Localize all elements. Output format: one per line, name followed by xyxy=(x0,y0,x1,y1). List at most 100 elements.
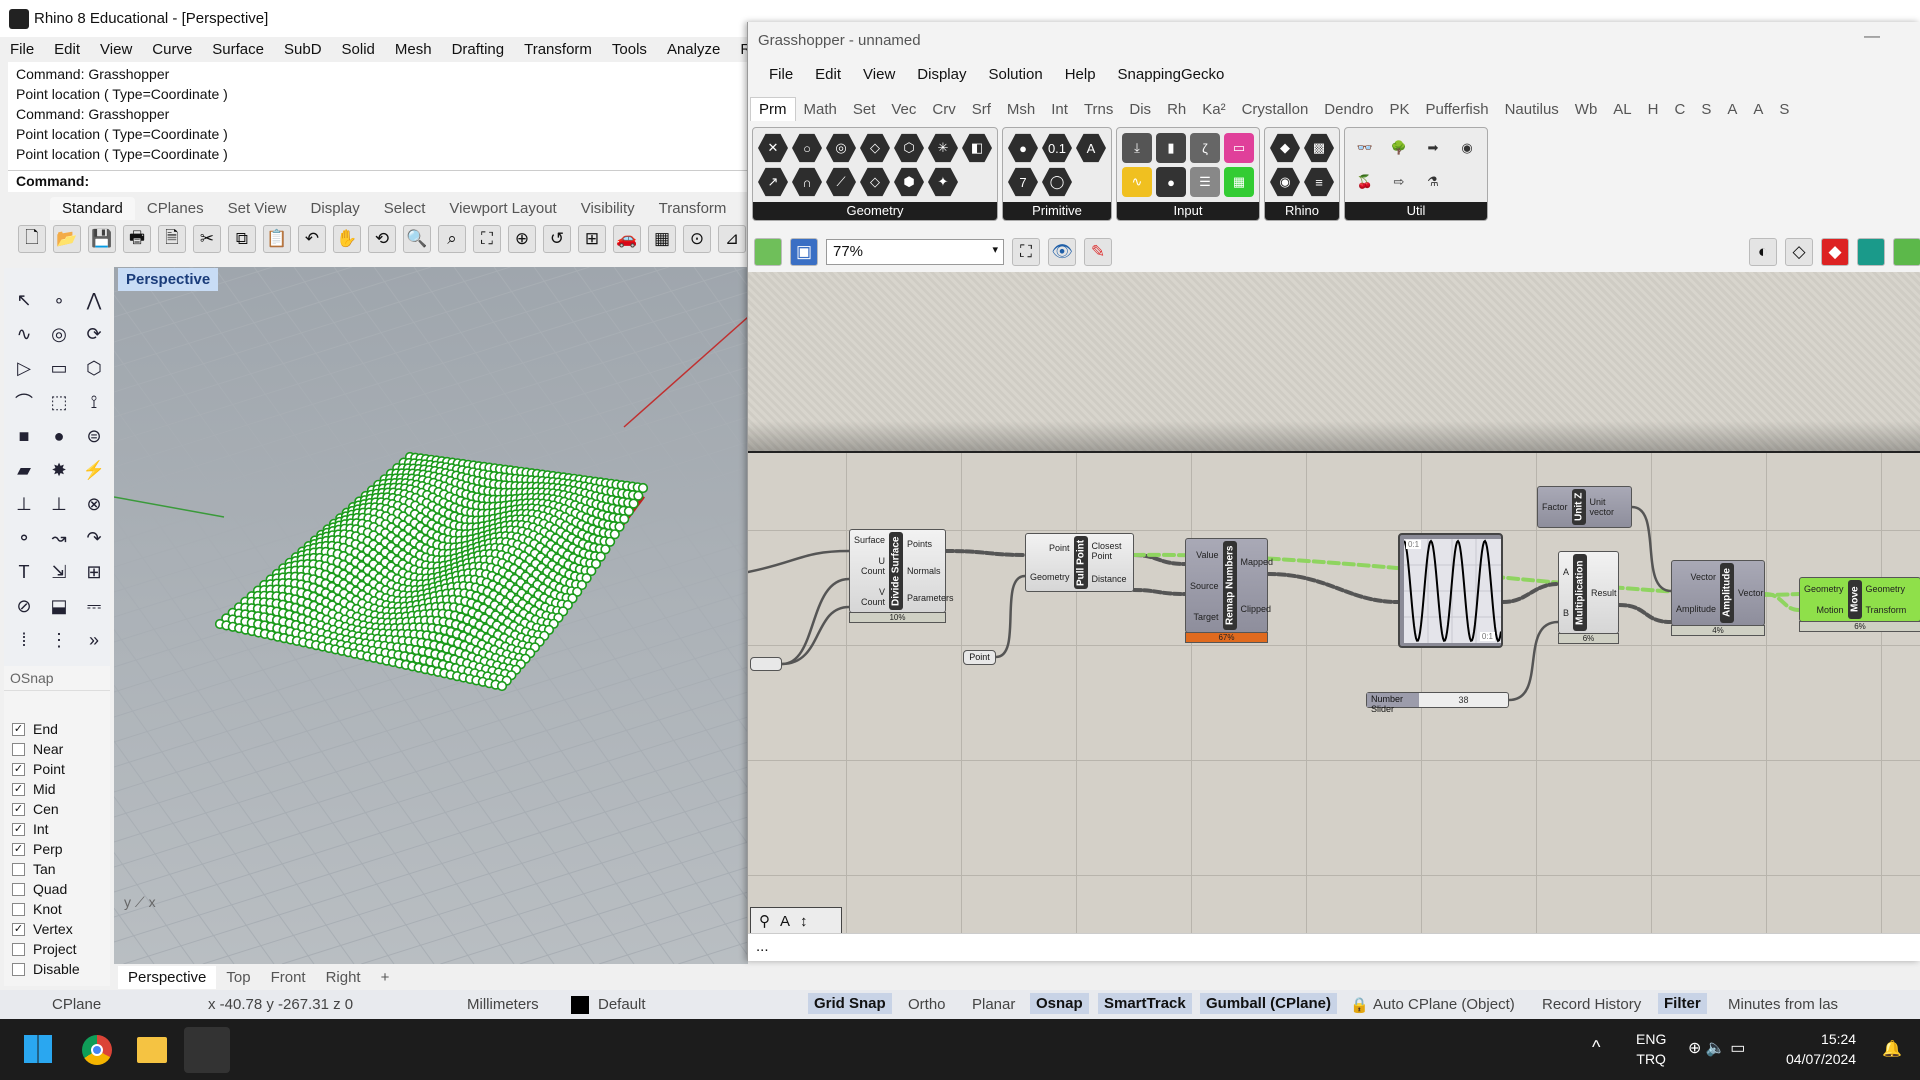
component-icon[interactable]: ⟋ xyxy=(826,167,856,197)
rhino-taskbar-icon[interactable] xyxy=(184,1027,230,1073)
preview-eye-icon[interactable]: 👁 xyxy=(1048,238,1076,266)
viewport-tab-front[interactable]: Front xyxy=(261,966,316,989)
gh-tab[interactable]: PK xyxy=(1381,98,1417,121)
gh-canvas[interactable]: Surface U Count V Count Divide Surface Point… xyxy=(748,272,1920,933)
save-file-icon[interactable]: ▣ xyxy=(790,238,818,266)
input-factor[interactable]: Factor xyxy=(1542,502,1568,512)
tool-icon[interactable]: ◎ xyxy=(45,320,73,348)
checkbox[interactable] xyxy=(12,942,25,956)
gh-tab[interactable]: A xyxy=(1719,98,1745,121)
new-icon[interactable]: 🗋 xyxy=(18,225,46,253)
language-indicator[interactable]: ENG TRQ xyxy=(1636,1029,1666,1069)
component-icon[interactable]: ζ xyxy=(1190,133,1220,163)
tool-icon[interactable]: ▰ xyxy=(10,456,38,484)
component-pull[interactable]: Point Geometry Pull Point Closest Point Dist… xyxy=(1025,533,1134,592)
tool-icon[interactable]: ⊥ xyxy=(45,490,73,518)
input-motion[interactable]: Motion xyxy=(1804,605,1844,615)
tool-icon[interactable]: ⌒ xyxy=(10,388,38,416)
input-geometry[interactable]: Geometry xyxy=(1030,572,1070,582)
menu-drafting[interactable]: Drafting xyxy=(442,41,515,58)
tool-icon[interactable]: ■ xyxy=(10,422,38,450)
ortho-toggle[interactable]: Ortho xyxy=(908,996,946,1013)
component-icon[interactable]: 7 xyxy=(1008,167,1038,197)
output-mapped[interactable]: Mapped xyxy=(1241,557,1274,567)
group-label[interactable]: Primitive xyxy=(1003,202,1111,220)
component-icon[interactable]: ≡ xyxy=(1304,167,1334,197)
text-tool-icon[interactable]: A xyxy=(780,913,790,930)
component-icon[interactable]: ◯ xyxy=(1042,167,1072,197)
tool-icon[interactable]: ⊞ xyxy=(80,558,108,586)
tool-icon[interactable]: ↝ xyxy=(45,524,73,552)
gh-menu-edit[interactable]: Edit xyxy=(804,66,852,83)
tool-icon[interactable]: ⋀ xyxy=(80,286,108,314)
osnap-project[interactable]: Project xyxy=(4,939,110,959)
bake-icon[interactable] xyxy=(1857,238,1885,266)
gh-tab[interactable]: Wb xyxy=(1567,98,1606,121)
osnap-toggle[interactable]: Osnap xyxy=(1030,993,1089,1014)
start-button-icon[interactable] xyxy=(24,1035,52,1063)
tool-icon[interactable]: ↷ xyxy=(80,524,108,552)
cut-icon[interactable]: ✂ xyxy=(193,225,221,253)
tool-icon[interactable]: ∘ xyxy=(45,286,73,314)
component-mult[interactable]: A B Multiplication Result 6% xyxy=(1558,551,1619,644)
component-icon[interactable]: ∿ xyxy=(1122,167,1152,197)
component-divide[interactable]: Surface U Count V Count Divide Surface Point… xyxy=(849,529,954,623)
open-icon[interactable]: 📂 xyxy=(53,225,81,253)
gh-tab[interactable]: Int xyxy=(1043,98,1076,121)
tool-icon[interactable]: ⟟ xyxy=(80,388,108,416)
osnap-near[interactable]: Near xyxy=(4,739,110,759)
gh-tab[interactable]: Dendro xyxy=(1316,98,1381,121)
viewport-tab-right[interactable]: Right xyxy=(316,966,371,989)
tool-icon[interactable]: ⬚ xyxy=(45,388,73,416)
gh-tab[interactable]: Vec xyxy=(883,98,924,121)
menu-tools[interactable]: Tools xyxy=(602,41,657,58)
component-icon[interactable]: ◇ xyxy=(860,133,890,163)
gh-tab[interactable]: Math xyxy=(796,98,845,121)
component-move[interactable]: Geometry Motion Move Geometry Transform 6% xyxy=(1799,577,1920,632)
pan-icon[interactable]: ✋ xyxy=(333,225,361,253)
output-vector[interactable]: Vector xyxy=(1738,588,1764,598)
perspective-viewport[interactable]: y ⟋ x xyxy=(114,267,748,964)
checkbox[interactable]: ✓ xyxy=(12,922,25,936)
group-label[interactable]: Util xyxy=(1345,202,1487,220)
input-point[interactable]: Point xyxy=(1030,543,1070,553)
input-u-count[interactable]: U Count xyxy=(854,556,885,576)
component-icon[interactable]: 👓 xyxy=(1350,133,1380,163)
tool-icon[interactable]: ⬡ xyxy=(80,354,108,382)
gh-tab[interactable]: Dis xyxy=(1121,98,1159,121)
component-icon[interactable]: ✕ xyxy=(758,133,788,163)
tab-select[interactable]: Select xyxy=(372,197,438,220)
gh-tab[interactable]: Srf xyxy=(964,98,999,121)
component-icon[interactable]: ▮ xyxy=(1156,133,1186,163)
tray-chevron-icon[interactable]: ^ xyxy=(1592,1037,1600,1058)
tool-icon[interactable]: ⇲ xyxy=(45,558,73,586)
tool-icon[interactable]: T xyxy=(10,558,38,586)
zoom-icon[interactable]: 🔍 xyxy=(403,225,431,253)
tab-set-view[interactable]: Set View xyxy=(216,197,299,220)
tool-icon[interactable]: ⊥ xyxy=(10,490,38,518)
viewport-tab-add[interactable]: + xyxy=(371,966,400,989)
copy-icon[interactable]: ⧉ xyxy=(228,225,256,253)
graph-mapper[interactable]: 0:1 0:1 xyxy=(1398,533,1503,648)
grid-snap-toggle[interactable]: Grid Snap xyxy=(808,993,892,1014)
component-amp[interactable]: Vector Amplitude Amplitude Vector 4% xyxy=(1671,560,1765,636)
tool-icon[interactable]: » xyxy=(80,626,108,654)
output-geometry[interactable]: Geometry xyxy=(1866,584,1907,594)
input-target[interactable]: Target xyxy=(1190,612,1219,622)
checkbox[interactable]: ✓ xyxy=(12,762,25,776)
gh-menu-display[interactable]: Display xyxy=(906,66,977,83)
zoom-dropdown[interactable]: 77% ▾ xyxy=(826,239,1004,265)
component-icon[interactable]: ● xyxy=(1008,133,1038,163)
input-a[interactable]: A xyxy=(1563,567,1569,577)
number-slider[interactable]: Number Slider 38 xyxy=(1366,692,1509,714)
component-icon[interactable]: ◉ xyxy=(1452,133,1482,163)
output-transform[interactable]: Transform xyxy=(1866,605,1907,615)
osnap-end[interactable]: ✓ End xyxy=(4,719,110,739)
record-history-toggle[interactable]: Record History xyxy=(1542,996,1641,1013)
component-icon[interactable]: 🌳 xyxy=(1384,133,1414,163)
component-icon[interactable]: ◆ xyxy=(1270,133,1300,163)
checkbox[interactable] xyxy=(12,962,25,976)
component-icon[interactable]: ◉ xyxy=(1270,167,1300,197)
save-icon[interactable]: 💾 xyxy=(88,225,116,253)
component-icon[interactable]: ☰ xyxy=(1190,167,1220,197)
